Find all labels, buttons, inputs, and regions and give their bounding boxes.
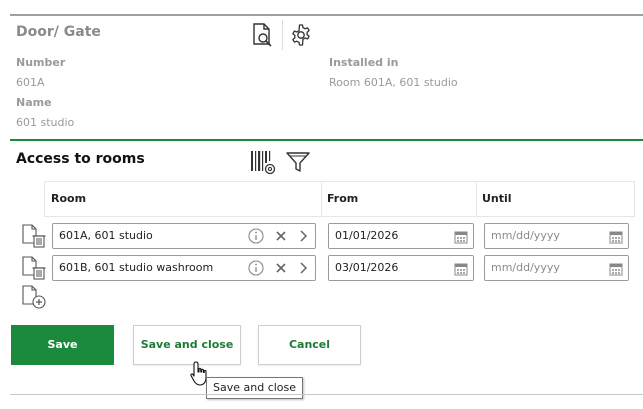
calendar-icon[interactable] [454,261,468,276]
table-row: 601B, 601 studio washroom 03/01/2026 mm/… [0,255,643,281]
save-button[interactable]: Save [11,325,114,365]
calendar-icon[interactable] [609,261,623,276]
tooltip: Save and close [206,377,304,399]
name-label: Name [16,96,52,109]
column-header-until: Until [482,192,512,205]
gear-icon[interactable] [288,22,314,48]
door-title: Door/ Gate [16,24,101,40]
filter-icon[interactable] [284,148,312,176]
column-header-from: From [327,192,359,205]
until-date-input[interactable]: mm/dd/yyyy [484,255,629,281]
room-value: 601A, 601 studio [59,229,153,242]
section-divider [10,139,643,141]
until-date-input[interactable]: mm/dd/yyyy [484,223,629,249]
clear-icon[interactable] [273,228,289,244]
delete-document-icon[interactable] [20,223,46,249]
clear-icon[interactable] [273,260,289,276]
bottom-divider [10,394,643,395]
from-date-value: 03/01/2026 [335,261,399,274]
name-value: 601 studio [16,116,75,129]
top-divider [10,14,643,16]
info-icon[interactable] [248,260,264,276]
until-date-placeholder: mm/dd/yyyy [491,229,560,242]
from-date-input[interactable]: 01/01/2026 [328,223,474,249]
cancel-button[interactable]: Cancel [258,325,361,365]
until-date-placeholder: mm/dd/yyyy [491,261,560,274]
info-icon[interactable] [248,228,264,244]
chevron-right-icon[interactable] [295,228,311,244]
access-section-title: Access to rooms [16,151,145,167]
column-header-room: Room [51,192,87,205]
barcode-settings-icon[interactable] [249,148,277,176]
toolbar-separator [282,20,283,50]
installed-in-value: Room 601A, 601 studio [329,76,458,89]
calendar-icon[interactable] [609,229,623,244]
table-row: 601A, 601 studio 01/01/2026 mm/dd/yyyy [0,223,643,249]
number-label: Number [16,56,66,69]
table-header: Room From Until [44,181,635,217]
chevron-right-icon[interactable] [295,260,311,276]
document-search-icon[interactable] [249,22,275,48]
calendar-icon[interactable] [454,229,468,244]
from-date-input[interactable]: 03/01/2026 [328,255,474,281]
number-value: 601A [16,76,45,89]
add-document-icon[interactable] [20,284,48,310]
installed-in-label: Installed in [329,56,399,69]
room-input[interactable]: 601B, 601 studio washroom [52,255,316,281]
save-and-close-button[interactable]: Save and close [133,325,241,365]
from-date-value: 01/01/2026 [335,229,399,242]
room-input[interactable]: 601A, 601 studio [52,223,316,249]
delete-document-icon[interactable] [20,255,46,281]
room-value: 601B, 601 studio washroom [59,261,214,274]
